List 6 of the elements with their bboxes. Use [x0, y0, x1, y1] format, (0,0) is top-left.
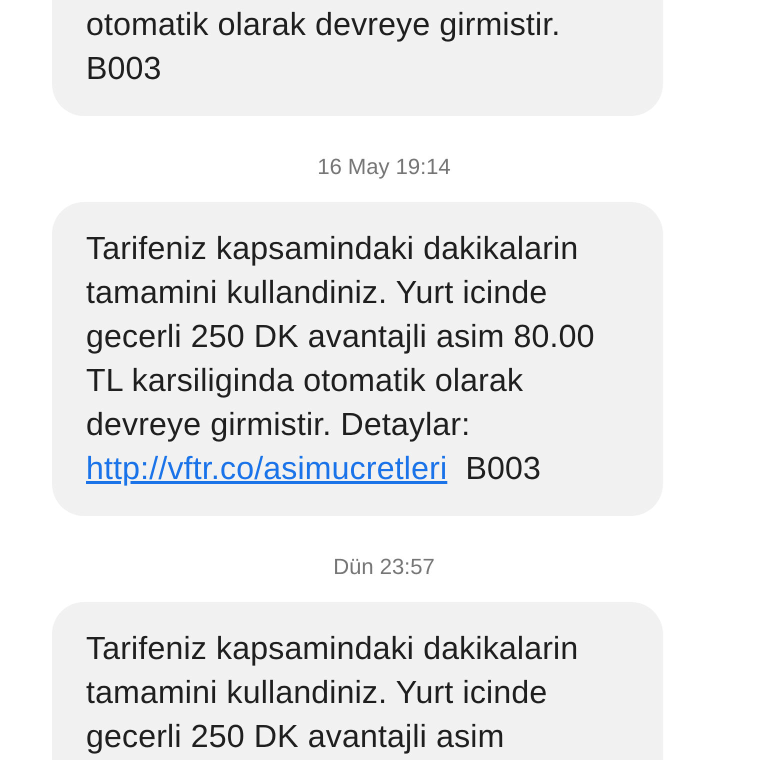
message-text: otomatik olarak devreye girmistir. B003 [86, 5, 562, 88]
message-timestamp: 16 May 19:14 [317, 154, 451, 180]
message-text: Tarifeniz kapsamindaki dakikalarin tamamini kullandiniz. Yurt icinde gecerli 250 DK avantajli asim [86, 629, 580, 756]
message-timestamp: Dün 23:57 [333, 554, 435, 580]
message-text: Tarifeniz kapsamindaki dakikalarin tamamini kullandiniz. Yurt icinde gecerli 250 DK avantajli asim 80.00 TL karsiliginda otomatik olarak devreye girmistir. Detaylar: http://vftr.co/asimucretleri B003 [86, 229, 596, 488]
message-link[interactable]: http://vftr.co/asimucretleri [86, 450, 448, 486]
